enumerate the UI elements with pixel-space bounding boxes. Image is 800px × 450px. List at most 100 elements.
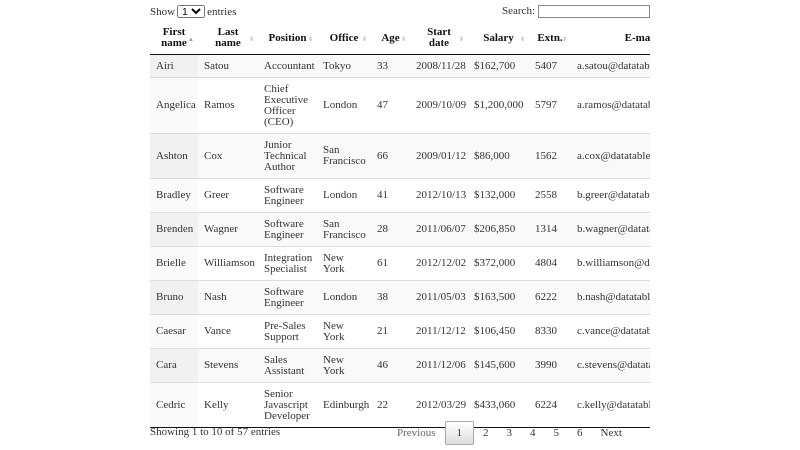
column-header-label: E-mail xyxy=(624,31,650,44)
cell-salary: $132,000 xyxy=(468,178,529,213)
column-header-position[interactable]: Position ⬍ xyxy=(258,22,317,55)
page-button-5[interactable]: 5 xyxy=(545,422,569,444)
cell-position: Software Engineer xyxy=(258,212,317,247)
cell-extn: 5407 xyxy=(529,54,571,78)
sort-icon: ⬍ xyxy=(307,37,313,43)
cell-first-name: Cedric xyxy=(150,382,198,427)
cell-first-name: Angelica xyxy=(150,77,198,134)
cell-first-name: Brenden xyxy=(150,212,198,247)
page-button-2[interactable]: 2 xyxy=(474,422,498,444)
cell-email: b.nash@datatables.net xyxy=(571,280,650,315)
cell-office: Edinburgh xyxy=(317,382,371,427)
cell-position: Pre-Sales Support xyxy=(258,314,317,349)
sort-icon: ⬍ xyxy=(361,37,367,43)
cell-position: Senior Javascript Developer xyxy=(258,382,317,427)
cell-salary: $106,450 xyxy=(468,314,529,349)
table-row[interactable]: Angelica Ramos Chief Executive Officer (CE… xyxy=(150,77,650,134)
cell-start-date: 2011/05/03 xyxy=(410,280,468,315)
table-row[interactable]: Ashton Cox Junior Technical Author San Fran… xyxy=(150,133,650,179)
cell-last-name: Stevens xyxy=(198,348,258,383)
cell-extn: 2558 xyxy=(529,178,571,213)
cell-email: b.williamson@datatables.net xyxy=(571,246,650,281)
cell-last-name: Ramos xyxy=(198,77,258,134)
table-row[interactable]: Cara Stevens Sales Assistant New York 46 2011… xyxy=(150,348,650,383)
sort-icon: ⬍ xyxy=(561,37,567,43)
column-header-salary[interactable]: Salary ⬍ xyxy=(468,22,529,55)
previous-button[interactable]: Previous xyxy=(388,422,445,444)
cell-age: 41 xyxy=(371,178,410,213)
column-header-label: Start date xyxy=(427,26,451,49)
cell-first-name: Cara xyxy=(150,348,198,383)
cell-salary: $206,850 xyxy=(468,212,529,247)
cell-position: Software Engineer xyxy=(258,280,317,315)
cell-position: Accountant xyxy=(258,54,317,78)
cell-extn: 1314 xyxy=(529,212,571,247)
cell-start-date: 2009/01/12 xyxy=(410,133,468,179)
cell-start-date: 2011/12/12 xyxy=(410,314,468,349)
page-button-3[interactable]: 3 xyxy=(498,422,522,444)
cell-age: 61 xyxy=(371,246,410,281)
page-button-1[interactable]: 1 xyxy=(444,421,474,445)
sort-icon: ⬍ xyxy=(248,37,254,43)
cell-position: Chief Executive Officer (CEO) xyxy=(258,77,317,134)
sort-icon: ⬍ xyxy=(458,37,464,43)
table-row[interactable]: Airi Satou Accountant Tokyo 33 2008/11/28 $162… xyxy=(150,54,650,78)
cell-salary: $1,200,000 xyxy=(468,77,529,134)
column-header-label: Extn. xyxy=(537,31,563,44)
page-button-6[interactable]: 6 xyxy=(568,422,592,444)
sort-ascending-icon: ▲ xyxy=(188,37,194,43)
cell-age: 38 xyxy=(371,280,410,315)
cell-first-name: Ashton xyxy=(150,133,198,179)
column-header-label: First name xyxy=(161,26,187,49)
search-control: Search: xyxy=(502,5,650,18)
cell-office: London xyxy=(317,178,371,213)
table-row[interactable]: Brielle Williamson Integration Specialist N… xyxy=(150,246,650,281)
cell-start-date: 2008/11/28 xyxy=(410,54,468,78)
cell-extn: 4804 xyxy=(529,246,571,281)
cell-first-name: Bruno xyxy=(150,280,198,315)
cell-email: b.greer@datatables.net xyxy=(571,178,650,213)
cell-start-date: 2012/10/13 xyxy=(410,178,468,213)
cell-age: 33 xyxy=(371,54,410,78)
table-row[interactable]: Bradley Greer Software Engineer London 41 201… xyxy=(150,178,650,213)
column-header-label: Office xyxy=(329,31,359,44)
page-length-control: Show 10 entries xyxy=(150,5,236,18)
column-header-first-name[interactable]: First name ▲ xyxy=(150,22,198,55)
page-length-select[interactable]: 10 xyxy=(177,5,206,18)
cell-last-name: Williamson xyxy=(198,246,258,281)
column-header-age[interactable]: Age ⬍ xyxy=(371,22,410,55)
search-label: Search: xyxy=(502,5,535,18)
column-header-label: Last name xyxy=(215,26,241,49)
table-row[interactable]: Bruno Nash Software Engineer London 38 2011/0… xyxy=(150,280,650,315)
show-label: Show xyxy=(150,6,176,18)
entries-label: entries xyxy=(207,6,237,18)
cell-email: c.vance@datatables.net xyxy=(571,314,650,349)
data-table: First name ▲ Last name ⬍ Position ⬍ Office ⬍ Age… xyxy=(150,22,650,427)
cell-office: London xyxy=(317,280,371,315)
column-header-start-date[interactable]: Start date ⬍ xyxy=(410,22,468,55)
table-row[interactable]: Caesar Vance Pre-Sales Support New York 21 20… xyxy=(150,314,650,349)
column-header-email[interactable]: E-mail xyxy=(571,22,650,55)
page-button-4[interactable]: 4 xyxy=(521,422,545,444)
cell-start-date: 2009/10/09 xyxy=(410,77,468,134)
table-row[interactable]: Brenden Wagner Software Engineer San Franci… xyxy=(150,212,650,247)
column-header-office[interactable]: Office ⬍ xyxy=(317,22,371,55)
column-header-extn[interactable]: Extn. ⬍ xyxy=(529,22,571,55)
column-header-label: Age xyxy=(381,31,400,44)
next-button[interactable]: Next xyxy=(592,422,631,444)
cell-age: 47 xyxy=(371,77,410,134)
cell-start-date: 2011/12/06 xyxy=(410,348,468,383)
table-controls: Show 10 entries Search: xyxy=(150,4,650,20)
cell-first-name: Caesar xyxy=(150,314,198,349)
search-input[interactable] xyxy=(538,5,650,18)
cell-extn: 3990 xyxy=(529,348,571,383)
header-row: First name ▲ Last name ⬍ Position ⬍ Office ⬍ Age… xyxy=(150,22,650,55)
cell-email: a.ramos@datatables.net xyxy=(571,77,650,134)
cell-last-name: Wagner xyxy=(198,212,258,247)
cell-office: Tokyo xyxy=(317,54,371,78)
cell-office: San Francisco xyxy=(317,133,371,179)
cell-salary: $145,600 xyxy=(468,348,529,383)
column-header-last-name[interactable]: Last name ⬍ xyxy=(198,22,258,55)
cell-last-name: Satou xyxy=(198,54,258,78)
cell-salary: $163,500 xyxy=(468,280,529,315)
